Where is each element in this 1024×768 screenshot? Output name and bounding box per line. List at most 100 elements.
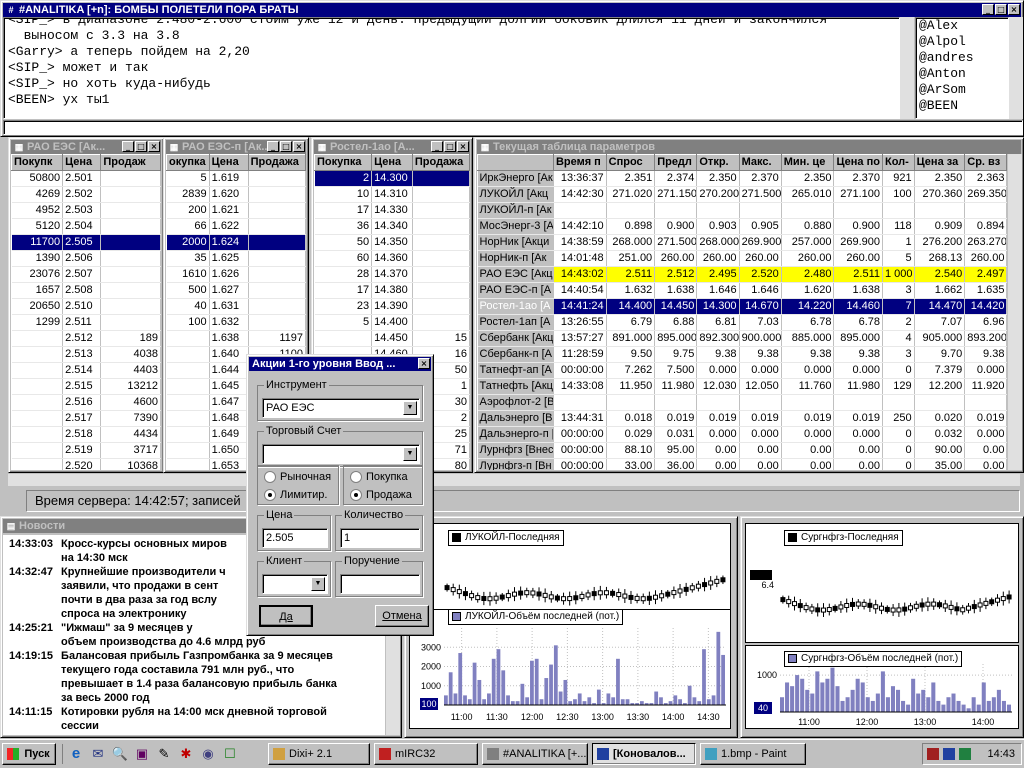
list-item[interactable]: 14:11:15 Котировки рубля на 14:00 мск дне… — [7, 705, 339, 733]
close-icon[interactable]: × — [418, 358, 430, 369]
task-mirc[interactable]: mIRC32 — [374, 743, 478, 765]
table-row[interactable]: Татнефт-ап [А 00:00:00 7.262 7.500 0.000 0.00… — [477, 362, 1007, 379]
table-row[interactable]: 2.516 4600 — [11, 394, 161, 411]
maximize-icon[interactable]: □ — [135, 141, 147, 152]
minimize-icon[interactable]: _ — [982, 4, 994, 15]
table-row[interactable]: МосЭнерг-3 [А 14:42:10 0.898 0.900 0.903 0.90… — [477, 218, 1007, 235]
chat-input[interactable] — [3, 120, 1023, 135]
user-item[interactable]: @ArSom — [919, 82, 1008, 98]
table-row[interactable]: НорНик-п [Ак 14:01:48 251.00 260.00 260.00 26… — [477, 250, 1007, 267]
column-header[interactable]: Цена за — [913, 154, 966, 171]
price-chart[interactable]: ЛУКОЙЛ-Последняя — [409, 523, 731, 615]
user-item[interactable]: @Alex — [919, 18, 1008, 34]
column-header[interactable]: Цена — [208, 154, 249, 171]
column-header[interactable]: Откр. — [696, 154, 740, 171]
app4-icon[interactable]: ☐ — [221, 745, 239, 763]
chevron-down-icon[interactable]: ▼ — [403, 447, 417, 461]
table-row[interactable]: 500 1.627 — [166, 282, 306, 299]
table-row[interactable]: 5 1.619 — [166, 170, 306, 187]
minimize-icon[interactable]: _ — [267, 141, 279, 152]
column-header[interactable]: Цена — [62, 154, 102, 171]
account-select[interactable]: ▼ — [262, 444, 420, 464]
table-row[interactable]: 20650 2.510 — [11, 298, 161, 315]
table-row[interactable]: 2.518 4434 — [11, 426, 161, 443]
chat-messages[interactable]: <SIP_> в диапазоне 2.480-2.600 стоим уже… — [3, 17, 900, 119]
table-row[interactable]: 2839 1.620 — [166, 186, 306, 203]
table-row[interactable]: НорНик [Акци 14:38:59 268.000 271.500 268.00… — [477, 234, 1007, 251]
quotes-title-bar[interactable]: ▦ РАО ЕЭС-п [Ак... _ □ × — [166, 140, 306, 154]
quotes-title-bar[interactable]: ▦ Ростел-1ао [А... _ □ × — [314, 140, 470, 154]
price-input[interactable]: 2.505 — [262, 528, 328, 548]
column-header[interactable]: Цена по — [833, 154, 883, 171]
volume-chart[interactable]: 11:00 11:30 12:00 12:30 13:00 13:30 14:00 14:30… — [409, 609, 731, 729]
table-row[interactable]: 23 14.390 — [314, 298, 470, 315]
client-select[interactable]: ▼ — [262, 574, 328, 594]
table-row[interactable]: 2.513 4038 — [11, 346, 161, 363]
task-analitika[interactable]: #ANALITIKA [+... — [482, 743, 588, 765]
table-row[interactable]: 11700 2.505 — [11, 234, 161, 251]
params-scrollbar[interactable] — [1008, 154, 1022, 470]
order-ref-input[interactable] — [340, 574, 420, 594]
table-row[interactable]: Сбербанк-п [А 11:28:59 9.50 9.75 9.38 9.38 9.3… — [477, 346, 1007, 363]
table-row[interactable]: 5 14.400 — [314, 314, 470, 331]
explorer-icon[interactable]: 🔍 — [111, 745, 129, 763]
table-row[interactable]: 2.512 189 — [11, 330, 161, 347]
app-icon[interactable]: ▣ — [133, 745, 151, 763]
close-icon[interactable]: × — [148, 141, 160, 152]
close-icon[interactable]: × — [457, 141, 469, 152]
close-icon[interactable]: × — [293, 141, 305, 152]
table-row[interactable]: Лурнфгз [Внес 00:00:00 88.10 95.00 0.00 0.00 0… — [477, 442, 1007, 459]
notepad-icon[interactable]: ✎ — [155, 745, 173, 763]
table-row[interactable]: 2.520 10368 — [11, 458, 161, 470]
user-list[interactable]: @Alex @Alpol @andres @Anton @ArSom @BEEN — [915, 17, 1009, 119]
instrument-select[interactable]: РАО ЕЭС ▼ — [262, 398, 420, 418]
column-header[interactable]: Покупка — [314, 154, 373, 171]
user-item[interactable]: @Anton — [919, 66, 1008, 82]
tray-icon[interactable] — [927, 748, 939, 760]
chevron-down-icon[interactable]: ▼ — [403, 401, 417, 415]
user-item[interactable]: @BEEN — [919, 98, 1008, 114]
table-row[interactable]: 1299 2.511 — [11, 314, 161, 331]
tray-icon[interactable] — [943, 748, 955, 760]
table-row[interactable]: 2.514 4403 — [11, 362, 161, 379]
table-row[interactable]: Ростел-1ап [А 13:26:55 6.79 6.88 6.81 7.03 6.7… — [477, 314, 1007, 331]
table-row[interactable]: Татнефть [Акц 14:33:08 11.950 11.980 12.030 1… — [477, 378, 1007, 395]
list-item[interactable]: 14:19:15 Балансовая прибыль Газпромбанка … — [7, 649, 339, 705]
table-row[interactable]: 1657 2.508 — [11, 282, 161, 299]
table-row[interactable]: 4952 2.503 — [11, 202, 161, 219]
maximize-icon[interactable]: □ — [280, 141, 292, 152]
column-header[interactable]: Время п — [552, 154, 607, 171]
column-header[interactable] — [477, 154, 554, 171]
table-row[interactable]: 1390 2.506 — [11, 250, 161, 267]
app3-icon[interactable]: ◉ — [199, 745, 217, 763]
table-row[interactable]: 60 14.360 — [314, 250, 470, 267]
table-row[interactable]: 17 14.380 — [314, 282, 470, 299]
column-header[interactable]: Ср. вз — [964, 154, 1007, 171]
limit-radio[interactable]: Лимитир. — [264, 488, 327, 502]
user-item[interactable]: @andres — [919, 50, 1008, 66]
quotes-table[interactable]: Покупк Цена Продаж 50800 2.501 4269 2.502 4952 2… — [11, 154, 161, 470]
table-row[interactable]: РАО ЕЭС-п [А 14:40:54 1.632 1.638 1.646 1.646… — [477, 282, 1007, 299]
table-row[interactable]: Сбербанк [Акц 13:57:27 891.000 895.000 892.3… — [477, 330, 1007, 347]
chat-scrollbar[interactable] — [900, 17, 914, 119]
dialog-title-bar[interactable]: Акции 1-го уровня Ввод ... × — [249, 357, 431, 371]
params-title-bar[interactable]: ▦ Текущая таблица параметров — [477, 140, 1021, 154]
column-header[interactable]: окупка — [166, 154, 210, 171]
table-row[interactable]: 5120 2.504 — [11, 218, 161, 235]
table-row[interactable]: 23076 2.507 — [11, 266, 161, 283]
market-radio[interactable]: Рыночная — [264, 470, 331, 484]
user-list-scrollbar[interactable] — [1009, 17, 1023, 119]
app2-icon[interactable]: ✱ — [177, 745, 195, 763]
table-row[interactable]: 50 14.350 — [314, 234, 470, 251]
table-row[interactable]: Ростел-1ао [А 14:41:24 14.400 14.450 14.300 1… — [477, 298, 1007, 315]
table-row[interactable]: 10 14.310 — [314, 186, 470, 203]
table-row[interactable]: 2.517 7390 — [11, 410, 161, 427]
table-row[interactable]: 36 14.340 — [314, 218, 470, 235]
buy-radio[interactable]: Покупка — [350, 470, 408, 484]
table-row[interactable]: 28 14.370 — [314, 266, 470, 283]
quantity-input[interactable]: 1 — [340, 528, 420, 548]
table-row[interactable]: 2.515 13212 — [11, 378, 161, 395]
user-item[interactable]: @Alpol — [919, 34, 1008, 50]
table-row[interactable]: 40 1.631 — [166, 298, 306, 315]
table-row[interactable]: 17 14.330 — [314, 202, 470, 219]
